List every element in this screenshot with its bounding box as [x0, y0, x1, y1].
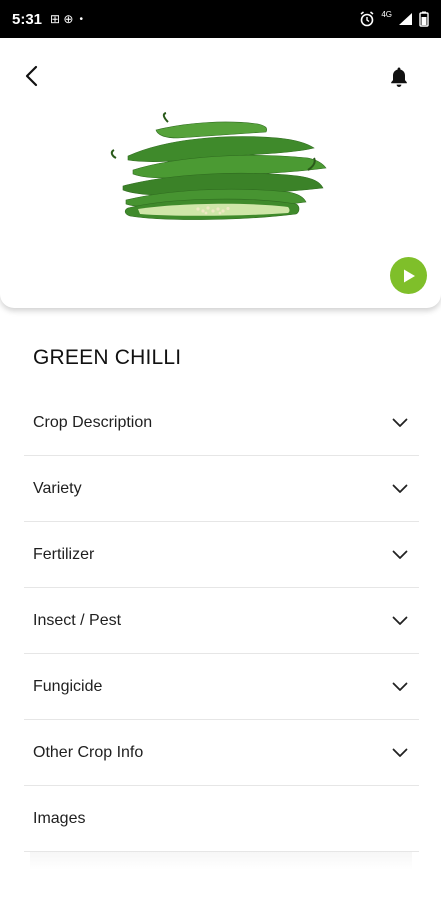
status-right-icons: 4G	[359, 9, 429, 27]
section-fertilizer[interactable]: Fertilizer	[24, 522, 419, 588]
section-images[interactable]: Images	[24, 786, 419, 852]
network-type: 4G	[381, 9, 392, 19]
sim-icons: ⊞ ⊕	[50, 12, 74, 26]
status-bar: 5:31 ⊞ ⊕ • 4G	[0, 0, 441, 38]
section-label: Other Crop Info	[33, 743, 144, 761]
section-crop-description[interactable]: Crop Description	[24, 390, 419, 456]
crop-title: GREEN CHILLI	[33, 346, 182, 369]
play-icon	[403, 269, 415, 282]
section-fungicide[interactable]: Fungicide	[24, 654, 419, 720]
section-label: Images	[33, 809, 86, 827]
images-gallery-preview	[30, 852, 412, 870]
chevron-down-icon	[391, 678, 409, 696]
notification-button[interactable]	[387, 64, 411, 90]
section-label: Fungicide	[33, 677, 103, 695]
battery-icon	[419, 11, 429, 27]
crop-info-accordion: Crop Description Variety Fertilizer Inse…	[24, 390, 419, 852]
status-time: 5:31	[12, 10, 43, 28]
bell-icon	[391, 67, 407, 87]
crop-header-card	[0, 38, 441, 308]
chevron-down-icon	[391, 612, 409, 630]
crop-photo	[110, 112, 327, 220]
section-variety[interactable]: Variety	[24, 456, 419, 522]
chevron-down-icon	[391, 480, 409, 498]
section-label: Insect / Pest	[33, 611, 122, 629]
status-dot: •	[79, 13, 83, 25]
section-label: Fertilizer	[33, 545, 95, 563]
section-label: Variety	[33, 479, 82, 497]
back-button[interactable]	[18, 62, 44, 90]
back-arrow-icon	[25, 65, 38, 87]
section-other-crop-info[interactable]: Other Crop Info	[24, 720, 419, 786]
chevron-down-icon	[391, 546, 409, 564]
alarm-icon	[360, 11, 374, 27]
chevron-down-icon	[391, 744, 409, 762]
section-label: Crop Description	[33, 413, 153, 431]
play-video-button[interactable]	[390, 257, 427, 294]
section-insect-pest[interactable]: Insect / Pest	[24, 588, 419, 654]
signal-icon	[399, 13, 412, 25]
chevron-down-icon	[391, 414, 409, 432]
